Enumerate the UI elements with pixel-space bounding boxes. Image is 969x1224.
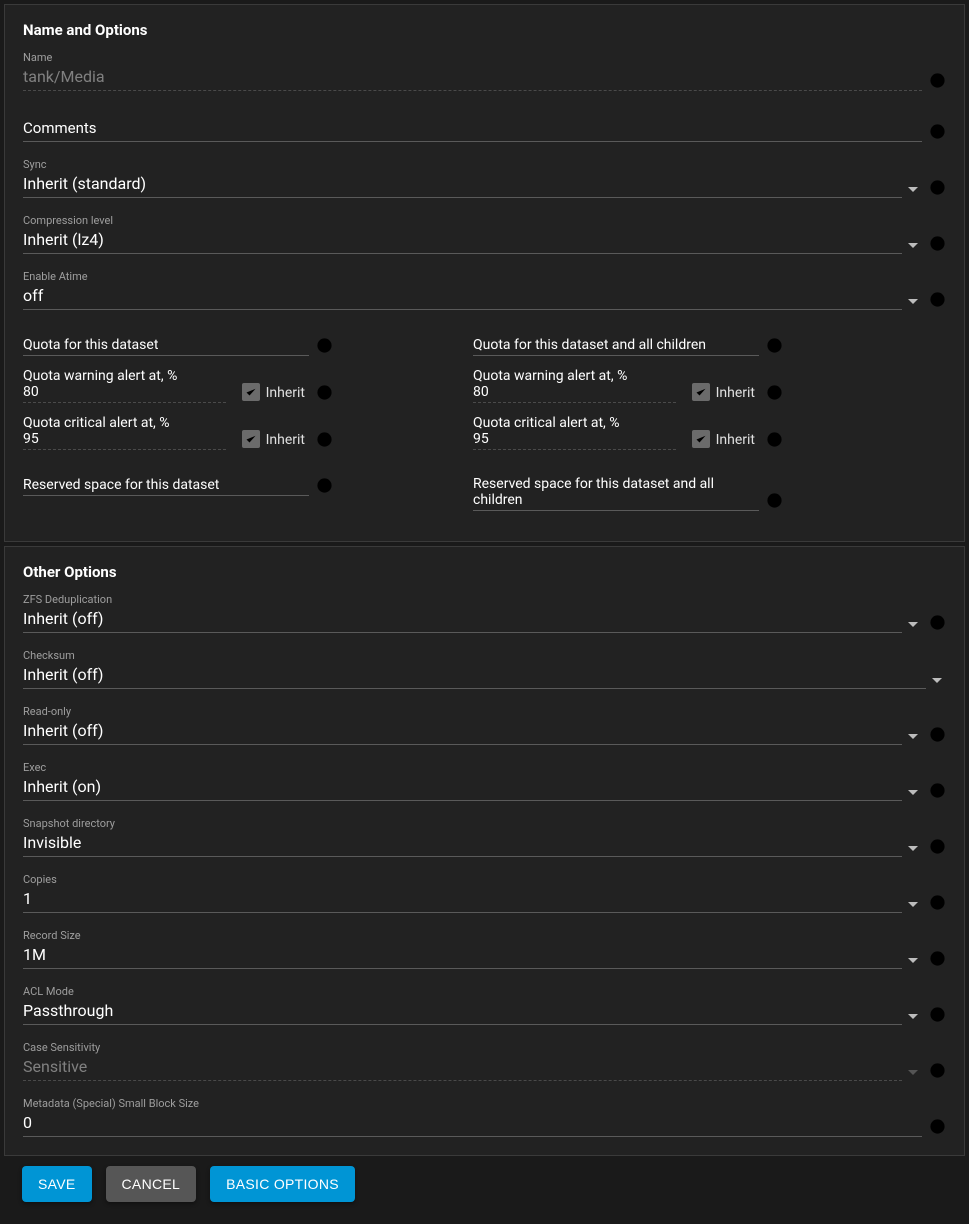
inherit-label: Inherit <box>716 385 755 401</box>
help-icon[interactable] <box>765 336 783 354</box>
name-label: Name <box>23 51 922 65</box>
help-icon[interactable] <box>928 725 946 743</box>
reserved-children-field[interactable]: Reserved space for this dataset and all … <box>473 476 783 511</box>
aclmode-select[interactable]: ACL Mode Passthrough <box>23 985 946 1025</box>
help-icon[interactable] <box>928 122 946 140</box>
quota-grid: Quota for this dataset Quota warning ale… <box>23 336 946 523</box>
help-icon[interactable] <box>928 1117 946 1135</box>
chevron-down-icon <box>908 1070 918 1075</box>
help-icon[interactable] <box>315 476 333 494</box>
help-icon[interactable] <box>315 336 333 354</box>
help-icon[interactable] <box>315 430 333 448</box>
inherit-label: Inherit <box>716 432 755 448</box>
help-icon[interactable] <box>765 430 783 448</box>
checksum-select[interactable]: Checksum Inherit (off) <box>23 649 946 689</box>
snapdir-select[interactable]: Snapshot directory Invisible <box>23 817 946 857</box>
help-icon[interactable] <box>928 893 946 911</box>
action-bar: SAVE CANCEL BASIC OPTIONS <box>4 1160 965 1220</box>
help-icon[interactable] <box>928 781 946 799</box>
help-icon[interactable] <box>765 491 783 509</box>
help-icon[interactable] <box>928 1005 946 1023</box>
help-icon[interactable] <box>928 837 946 855</box>
copies-select[interactable]: Copies 1 <box>23 873 946 913</box>
help-icon[interactable] <box>928 178 946 196</box>
quota-dataset-field[interactable]: Quota for this dataset <box>23 336 333 356</box>
help-icon[interactable] <box>928 71 946 89</box>
name-field: Name tank/Media <box>23 51 946 91</box>
reserved-dataset-field[interactable]: Reserved space for this dataset <box>23 476 333 496</box>
sync-select[interactable]: Sync Inherit (standard) <box>23 158 946 198</box>
help-icon[interactable] <box>928 290 946 308</box>
name-value: tank/Media <box>23 66 922 88</box>
section-title: Other Options <box>23 563 946 581</box>
chevron-down-icon <box>908 187 918 192</box>
quota-warning-field: Quota warning alert at, % 80 Inherit <box>23 368 333 403</box>
chevron-down-icon <box>908 299 918 304</box>
inherit-label: Inherit <box>266 432 305 448</box>
quota-critical-children-field: Quota critical alert at, % 95 Inherit <box>473 415 783 450</box>
readonly-select[interactable]: Read-only Inherit (off) <box>23 705 946 745</box>
chevron-down-icon <box>908 958 918 963</box>
chevron-down-icon <box>908 902 918 907</box>
help-icon[interactable] <box>765 383 783 401</box>
quota-warning-children-field: Quota warning alert at, % 80 Inherit <box>473 368 783 403</box>
basic-options-button[interactable]: BASIC OPTIONS <box>210 1166 355 1202</box>
chevron-down-icon <box>908 243 918 248</box>
chevron-down-icon <box>908 734 918 739</box>
casesensitivity-select: Case Sensitivity Sensitive <box>23 1041 946 1081</box>
quota-children-field[interactable]: Quota for this dataset and all children <box>473 336 783 356</box>
chevron-down-icon <box>908 1014 918 1019</box>
comments-label: Comments <box>23 117 922 139</box>
help-icon[interactable] <box>928 949 946 967</box>
dedup-select[interactable]: ZFS Deduplication Inherit (off) <box>23 593 946 633</box>
cancel-button[interactable]: CANCEL <box>106 1166 197 1202</box>
inherit-checkbox[interactable] <box>692 383 710 401</box>
chevron-down-icon <box>932 678 942 683</box>
inherit-checkbox[interactable] <box>692 430 710 448</box>
section-title: Name and Options <box>23 21 946 39</box>
help-icon[interactable] <box>928 613 946 631</box>
compression-select[interactable]: Compression level Inherit (lz4) <box>23 214 946 254</box>
save-button[interactable]: SAVE <box>22 1166 92 1202</box>
comments-field[interactable]: Comments <box>23 117 946 142</box>
inherit-checkbox[interactable] <box>242 383 260 401</box>
atime-select[interactable]: Enable Atime off <box>23 270 946 310</box>
section-name-and-options: Name and Options Name tank/Media Comment… <box>4 4 965 542</box>
quota-critical-field: Quota critical alert at, % 95 Inherit <box>23 415 333 450</box>
help-icon[interactable] <box>928 1061 946 1079</box>
help-icon[interactable] <box>315 383 333 401</box>
chevron-down-icon <box>908 846 918 851</box>
inherit-checkbox[interactable] <box>242 430 260 448</box>
help-icon[interactable] <box>928 234 946 252</box>
section-other-options: Other Options ZFS Deduplication Inherit … <box>4 546 965 1156</box>
metablocksize-field[interactable]: Metadata (Special) Small Block Size 0 <box>23 1097 946 1137</box>
inherit-label: Inherit <box>266 385 305 401</box>
recordsize-select[interactable]: Record Size 1M <box>23 929 946 969</box>
exec-select[interactable]: Exec Inherit (on) <box>23 761 946 801</box>
chevron-down-icon <box>908 790 918 795</box>
chevron-down-icon <box>908 622 918 627</box>
